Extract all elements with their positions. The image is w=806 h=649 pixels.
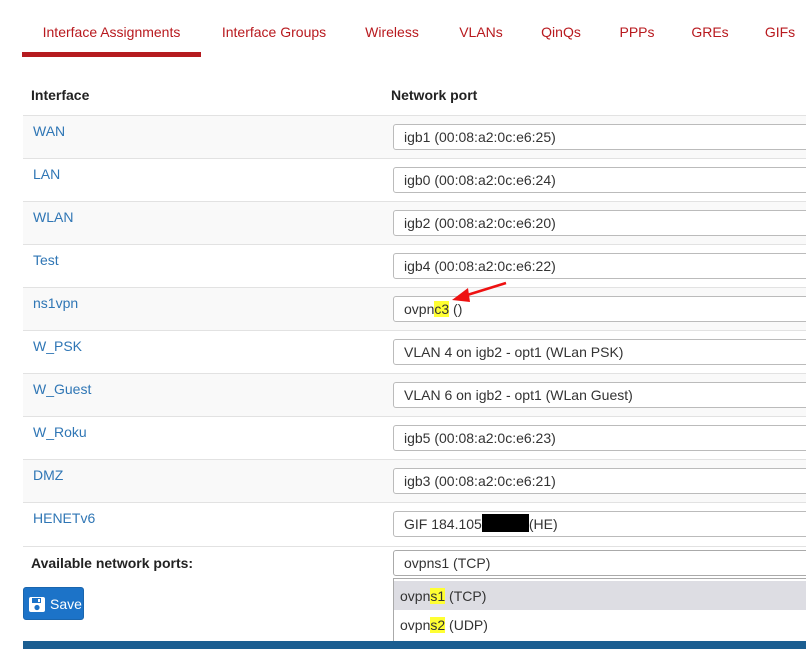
tab-label: GIFs (764, 24, 796, 40)
available-ports-select[interactable]: ovpns1 (TCP) (393, 550, 806, 576)
table-row: WAN igb1 (00:08:a2:0c:e6:25) (23, 115, 806, 159)
network-port-select[interactable]: igb5 (00:08:a2:0c:e6:23) (393, 425, 806, 451)
table-row: Test igb4 (00:08:a2:0c:e6:22) (23, 244, 806, 288)
table-row: WLAN igb2 (00:08:a2:0c:e6:20) (23, 201, 806, 245)
table-row: W_PSK VLAN 4 on igb2 - opt1 (WLan PSK) (23, 330, 806, 374)
interface-link-henetv6[interactable]: HENETv6 (33, 510, 95, 526)
port-text: ovpn (404, 301, 435, 317)
tab-qinqs[interactable]: QinQs (533, 0, 589, 58)
tab-label: Wireless (365, 24, 419, 40)
available-ports-label: Available network ports: (31, 555, 194, 571)
network-port-select[interactable]: GIF 184.105 (HE) (393, 511, 806, 537)
interface-link-w-roku[interactable]: W_Roku (33, 424, 87, 440)
red-arrow-icon (452, 281, 507, 302)
interface-link-w-psk[interactable]: W_PSK (33, 338, 82, 354)
tab-label: Interface Groups (221, 24, 327, 40)
tab-wireless[interactable]: Wireless (358, 0, 426, 58)
network-port-select[interactable]: VLAN 6 on igb2 - opt1 (WLan Guest) (393, 382, 806, 408)
table-header: Interface Network port (23, 75, 806, 117)
table-row: LAN igb0 (00:08:a2:0c:e6:24) (23, 158, 806, 202)
tab-label: VLANs (459, 24, 503, 40)
tab-interface-groups[interactable]: Interface Groups (212, 0, 336, 58)
table-row: DMZ igb3 (00:08:a2:0c:e6:21) (23, 459, 806, 503)
column-header-interface: Interface (31, 87, 90, 103)
tab-interface-assignments[interactable]: Interface Assignments (22, 0, 201, 58)
dropdown-option-ovpns1[interactable]: ovpns1 (TCP) (394, 581, 806, 610)
table-row: ns1vpn ovpnc3 () (23, 287, 806, 331)
tab-label: QinQs (541, 24, 581, 40)
floppy-disk-icon (29, 597, 45, 612)
interface-link-wan[interactable]: WAN (33, 123, 65, 139)
interface-link-lan[interactable]: LAN (33, 166, 60, 182)
tab-label: GREs (691, 24, 729, 40)
network-port-select[interactable]: igb4 (00:08:a2:0c:e6:22) (393, 253, 806, 279)
interface-link-wlan[interactable]: WLAN (33, 209, 73, 225)
highlighted-text: s2 (430, 617, 446, 633)
table-row: W_Guest VLAN 6 on igb2 - opt1 (WLan Gues… (23, 373, 806, 417)
active-tab-indicator (22, 52, 201, 57)
save-button[interactable]: Save (23, 587, 84, 620)
column-header-network-port: Network port (391, 87, 478, 103)
tab-gres[interactable]: GREs (685, 0, 735, 58)
interface-link-ns1vpn[interactable]: ns1vpn (33, 295, 78, 311)
interface-link-test[interactable]: Test (33, 252, 59, 268)
footer-bar (23, 641, 806, 649)
highlighted-text: c3 (434, 301, 450, 317)
network-port-select[interactable]: igb2 (00:08:a2:0c:e6:20) (393, 210, 806, 236)
redaction-box (481, 514, 529, 532)
port-text: (HE) (528, 516, 558, 532)
tab-label: PPPs (619, 24, 655, 40)
highlighted-text: s1 (430, 588, 446, 604)
tab-label: Interface Assignments (42, 24, 181, 40)
tab-ppps[interactable]: PPPs (612, 0, 662, 58)
network-port-select[interactable]: igb0 (00:08:a2:0c:e6:24) (393, 167, 806, 193)
table-row: W_Roku igb5 (00:08:a2:0c:e6:23) (23, 416, 806, 460)
network-port-select[interactable]: igb1 (00:08:a2:0c:e6:25) (393, 124, 806, 150)
dropdown-option-ovpns2[interactable]: ovpns2 (UDP) (394, 610, 806, 639)
option-text: ovpn (400, 588, 431, 604)
tab-gifs[interactable]: GIFs (758, 0, 802, 58)
option-text: (TCP) (445, 588, 487, 604)
interface-link-dmz[interactable]: DMZ (33, 467, 63, 483)
option-text: ovpn (400, 617, 431, 633)
available-ports-dropdown: ovpns1 (TCP) ovpns2 (UDP) (393, 578, 806, 642)
network-port-select[interactable]: VLAN 4 on igb2 - opt1 (WLan PSK) (393, 339, 806, 365)
table-row: HENETv6 GIF 184.105 (HE) (23, 502, 806, 547)
interface-link-w-guest[interactable]: W_Guest (33, 381, 91, 397)
option-text: (UDP) (445, 617, 488, 633)
tab-bar: Interface Assignments Interface Groups W… (22, 0, 806, 58)
save-button-label: Save (50, 596, 82, 612)
network-port-select[interactable]: igb3 (00:08:a2:0c:e6:21) (393, 468, 806, 494)
port-text: GIF 184.105 (404, 516, 482, 532)
tab-vlans[interactable]: VLANs (450, 0, 512, 58)
